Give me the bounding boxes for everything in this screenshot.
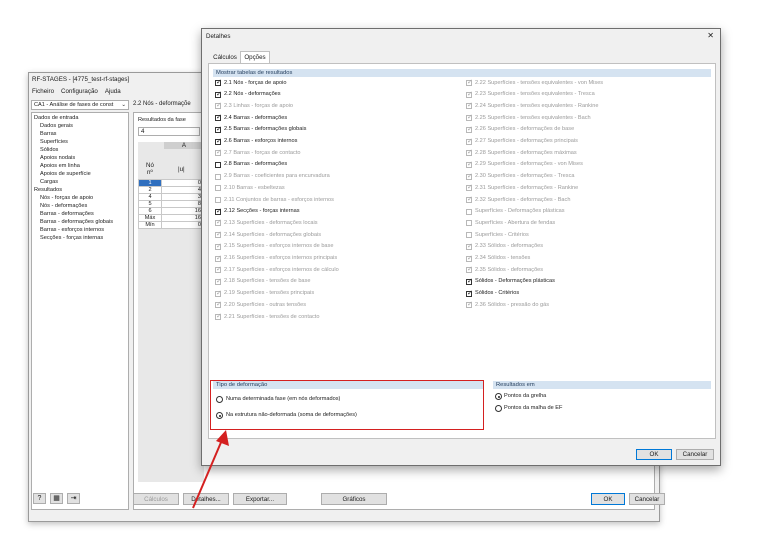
annotation-arrow <box>192 430 229 509</box>
